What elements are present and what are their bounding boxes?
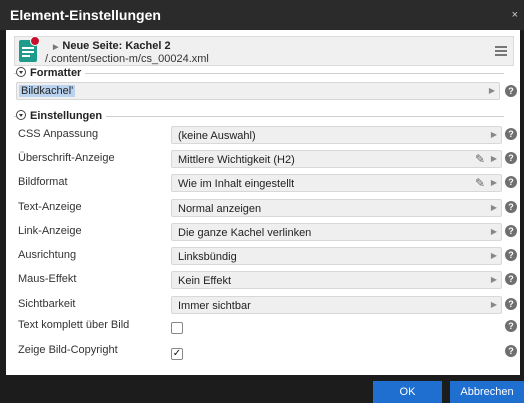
close-icon[interactable]: × <box>512 9 518 21</box>
setting-select[interactable]: Linksbündig ▶ <box>171 247 502 265</box>
setting-label: Zeige Bild-Copyright <box>18 344 118 356</box>
image-copyright-checkbox[interactable]: ✓ <box>171 348 183 360</box>
help-icon[interactable]: ? <box>505 128 517 140</box>
collapse-toggle-icon[interactable] <box>16 67 26 77</box>
resource-menu-icon[interactable] <box>495 46 507 58</box>
setting-value: Normal anzeigen <box>178 203 262 215</box>
settings-legend-label: Einstellungen <box>30 110 103 122</box>
setting-label: Maus-Effekt <box>18 273 77 285</box>
chevron-right-icon: ▶ <box>488 86 495 95</box>
setting-label: Sichtbarkeit <box>18 298 76 310</box>
setting-select[interactable]: Die ganze Kachel verlinken ▶ <box>171 223 502 241</box>
dialog-footer: OK Abbrechen <box>0 379 524 403</box>
chevron-right-icon: ▶ <box>490 227 497 236</box>
setting-label: Text-Anzeige <box>18 201 82 213</box>
dialog-titlebar: Element-Einstellungen × <box>0 0 524 30</box>
setting-select[interactable]: Mittlere Wichtigkeit (H2) ✎ ▶ <box>171 150 502 168</box>
setting-value: Linksbündig <box>178 251 237 263</box>
help-icon[interactable]: ? <box>505 85 517 97</box>
setting-label: CSS Anpassung <box>18 128 99 140</box>
help-icon[interactable]: ? <box>505 201 517 213</box>
chevron-right-icon: ▶ <box>490 203 497 212</box>
setting-value: Immer sichtbar <box>178 300 251 312</box>
resource-title-text: Neue Seite: Kachel 2 <box>62 40 171 52</box>
help-icon[interactable]: ? <box>505 152 517 164</box>
chevron-right-icon: ▶ <box>490 275 497 284</box>
setting-select[interactable]: Immer sichtbar ▶ <box>171 296 502 314</box>
resource-path: /.content/section-m/cs_00024.xml <box>45 53 209 65</box>
setting-select[interactable]: Wie im Inhalt eingestellt ✎ ▶ <box>171 174 502 192</box>
formatter-legend-label: Formatter <box>30 67 82 79</box>
chevron-right-icon: ▶ <box>490 154 497 163</box>
formatter-select[interactable]: Bildkachel' ▶ <box>16 82 500 100</box>
setting-value: Die ganze Kachel verlinken <box>178 227 312 239</box>
setting-select[interactable]: (keine Auswahl) ▶ <box>171 126 502 144</box>
setting-label: Text komplett über Bild <box>18 319 130 331</box>
setting-label: Überschrift-Anzeige <box>18 152 115 164</box>
status-badge-icon <box>30 36 40 46</box>
setting-label: Bildformat <box>18 176 68 188</box>
formatter-fieldset-border <box>14 73 504 74</box>
help-icon[interactable]: ? <box>505 320 517 332</box>
pencil-icon[interactable]: ✎ <box>475 176 485 190</box>
text-over-image-checkbox[interactable] <box>171 322 183 334</box>
setting-value: Mittlere Wichtigkeit (H2) <box>178 154 295 166</box>
help-icon[interactable]: ? <box>505 273 517 285</box>
help-icon[interactable]: ? <box>505 249 517 261</box>
chevron-right-icon: ▶ <box>490 251 497 260</box>
formatter-legend[interactable]: Formatter <box>16 67 86 79</box>
setting-label: Ausrichtung <box>18 249 77 261</box>
resource-title[interactable]: ▶ Neue Seite: Kachel 2 <box>53 40 171 52</box>
collapse-toggle-icon[interactable] <box>16 110 26 120</box>
settings-legend[interactable]: Einstellungen <box>16 110 107 122</box>
resource-info: ▶ Neue Seite: Kachel 2 /.content/section-… <box>14 36 514 66</box>
dialog-title: Element-Einstellungen <box>10 7 161 23</box>
help-icon[interactable]: ? <box>505 225 517 237</box>
ok-button[interactable]: OK <box>373 381 442 403</box>
help-icon[interactable]: ? <box>505 298 517 310</box>
help-icon[interactable]: ? <box>505 345 517 357</box>
cancel-button[interactable]: Abbrechen <box>450 381 524 403</box>
pencil-icon[interactable]: ✎ <box>475 152 485 166</box>
help-icon[interactable]: ? <box>505 176 517 188</box>
setting-label: Link-Anzeige <box>18 225 82 237</box>
setting-value: (keine Auswahl) <box>178 130 256 142</box>
tile-content-icon <box>19 36 40 62</box>
expand-triangle-icon[interactable]: ▶ <box>53 44 58 51</box>
chevron-right-icon: ▶ <box>490 300 497 309</box>
setting-value: Wie im Inhalt eingestellt <box>178 178 295 190</box>
setting-select[interactable]: Normal anzeigen ▶ <box>171 199 502 217</box>
chevron-right-icon: ▶ <box>490 178 497 187</box>
setting-select[interactable]: Kein Effekt ▶ <box>171 271 502 289</box>
chevron-right-icon: ▶ <box>490 130 497 139</box>
dialog-body: ▶ Neue Seite: Kachel 2 /.content/section-… <box>6 30 520 375</box>
setting-value: Kein Effekt <box>178 275 231 287</box>
formatter-value: Bildkachel' <box>19 85 76 97</box>
